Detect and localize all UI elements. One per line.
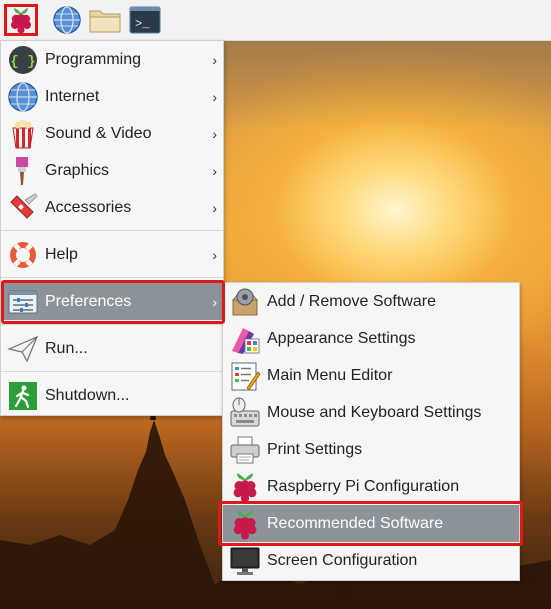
menu-item-label: Accessories [45,198,132,216]
menu-item-label: Raspberry Pi Configuration [267,477,460,495]
panel-right-edge [521,0,551,40]
menu-item-label: Run... [45,339,88,357]
add-remove-software-icon [231,288,259,315]
menu-item-label: Preferences [45,292,132,310]
menu-item-label: Sound & Video [45,124,152,142]
menu-separator [1,277,223,278]
menu-item-label: Add / Remove Software [267,292,436,310]
programming-icon: { } [9,45,37,74]
raspberry-icon [233,509,257,540]
menu-separator [1,371,223,372]
menu-item-label: Screen Configuration [267,551,418,569]
menu-item-help[interactable]: Help › [1,236,223,273]
appearance-settings-icon [232,327,260,354]
file-manager-launcher[interactable] [88,4,122,36]
terminal-icon: >_ [129,6,161,34]
menu-item-label: Programming [45,50,142,68]
file-manager-icon [89,10,121,33]
main-menu-editor-icon [231,362,261,391]
submenu-item-recommended-software[interactable]: Recommended Software [223,505,519,542]
menu-item-sound-video[interactable]: Sound & Video › [1,115,223,152]
shutdown-icon [9,381,37,410]
menu-item-label: Graphics [45,161,110,179]
menu-item-label: Shutdown... [45,386,130,404]
terminal-launcher[interactable]: >_ [128,4,162,36]
submenu-item-appearance-settings[interactable]: Appearance Settings [223,320,519,357]
monitor-icon [230,547,260,575]
printer-icon [230,436,260,463]
submenu-item-mouse-keyboard-settings[interactable]: Mouse and Keyboard Settings [223,394,519,431]
menu-item-preferences[interactable]: Preferences › [1,283,223,320]
menu-item-shutdown[interactable]: Shutdown... [1,377,223,414]
submenu-item-raspberry-pi-configuration[interactable]: Raspberry Pi Configuration [223,468,519,505]
menu-item-label: Print Settings [267,440,363,458]
run-icon [7,335,39,362]
submenu-arrow-icon: › [212,51,217,68]
submenu-arrow-icon: › [212,293,217,310]
mouse-keyboard-icon [230,397,260,426]
svg-text:{ }: { } [10,54,35,70]
menu-item-label: Main Menu Editor [267,366,393,384]
preferences-icon [8,290,38,313]
web-browser-icon [53,6,81,34]
menu-item-programming[interactable]: { } Programming › [1,41,223,78]
menu-item-internet[interactable]: Internet › [1,78,223,115]
menu-separator [1,324,223,325]
raspberry-icon [233,472,257,503]
submenu-arrow-icon: › [212,199,217,216]
sound-video-icon [12,118,34,148]
menu-item-label: Mouse and Keyboard Settings [267,403,482,421]
submenu-item-screen-configuration[interactable]: Screen Configuration [223,542,519,579]
web-browser-launcher[interactable] [50,4,84,36]
submenu-item-print-settings[interactable]: Print Settings [223,431,519,468]
submenu-item-add-remove-software[interactable]: Add / Remove Software [223,283,519,320]
top-panel: >_ [0,0,551,41]
submenu-arrow-icon: › [212,246,217,263]
menu-item-run[interactable]: Run... [1,330,223,367]
menu-item-accessories[interactable]: Accessories › [1,189,223,226]
terminal-glyph: >_ [135,17,150,31]
graphics-icon [16,156,28,185]
internet-icon [8,81,38,112]
menu-item-graphics[interactable]: Graphics › [1,152,223,189]
applications-menu: { } Programming › Internet › Sound & Vid… [0,40,224,416]
submenu-arrow-icon: › [212,125,217,142]
submenu-item-main-menu-editor[interactable]: Main Menu Editor [223,357,519,394]
menu-item-label: Help [45,245,78,263]
preferences-submenu: Add / Remove Software Appearance Setting… [222,282,520,581]
submenu-arrow-icon: › [212,162,217,179]
menu-item-label: Recommended Software [267,514,444,532]
menu-separator [1,230,223,231]
raspberry-icon [11,8,31,34]
accessories-icon [10,192,38,219]
applications-menu-button[interactable] [4,4,38,36]
menu-item-label: Appearance Settings [267,329,416,347]
help-icon [10,241,36,268]
menu-item-label: Internet [45,87,100,105]
submenu-arrow-icon: › [212,88,217,105]
